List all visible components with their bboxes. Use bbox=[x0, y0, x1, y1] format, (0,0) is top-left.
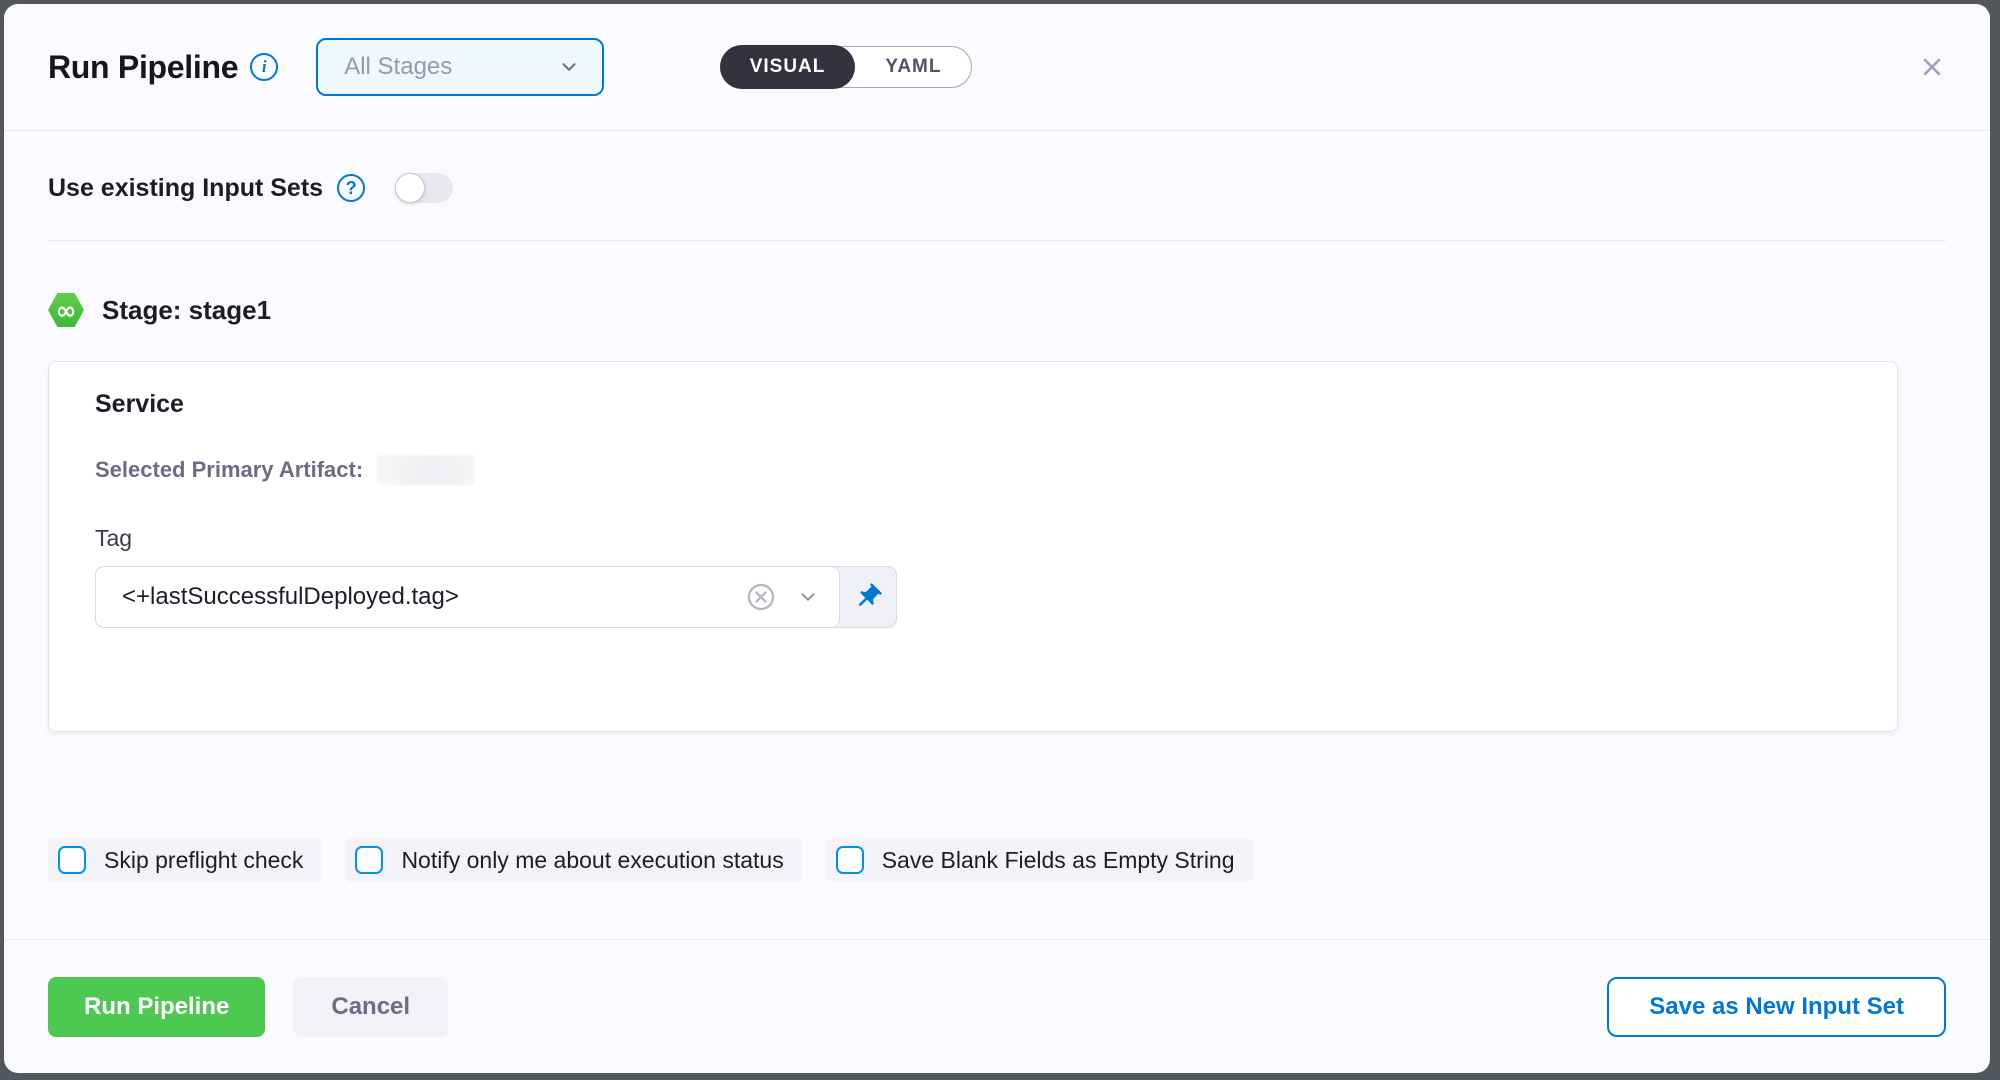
checkbox-skip-preflight[interactable] bbox=[58, 846, 86, 874]
visual-yaml-toggle: VISUAL YAML bbox=[720, 46, 972, 88]
option-save-blank-fields[interactable]: Save Blank Fields as Empty String bbox=[826, 838, 1253, 882]
tag-input-wrap bbox=[95, 566, 840, 628]
option-notify-only-me[interactable]: Notify only me about execution status bbox=[345, 838, 801, 882]
option-skip-preflight[interactable]: Skip preflight check bbox=[48, 838, 321, 882]
chevron-down-icon bbox=[558, 56, 580, 78]
pin-button[interactable] bbox=[840, 567, 896, 627]
use-existing-input-sets-label: Use existing Input Sets bbox=[48, 174, 323, 203]
cancel-button[interactable]: Cancel bbox=[293, 977, 448, 1037]
selected-primary-artifact-label: Selected Primary Artifact: bbox=[95, 457, 363, 483]
info-icon[interactable]: i bbox=[250, 53, 278, 81]
section-divider bbox=[48, 240, 1946, 241]
artifact-value-redacted bbox=[377, 455, 475, 485]
tag-input[interactable] bbox=[122, 583, 745, 611]
tab-yaml[interactable]: YAML bbox=[855, 47, 971, 87]
stage-row: ∞ Stage: stage1 bbox=[48, 293, 1946, 327]
toggle-knob bbox=[395, 173, 425, 203]
pin-icon bbox=[847, 576, 889, 618]
help-icon[interactable]: ? bbox=[337, 174, 365, 202]
tag-chevron-down-icon[interactable] bbox=[797, 586, 819, 608]
input-sets-toggle[interactable] bbox=[395, 173, 453, 203]
page-title: Run Pipeline bbox=[48, 49, 238, 86]
modal-footer: Run Pipeline Cancel Save as New Input Se… bbox=[4, 939, 1990, 1073]
modal-header: Run Pipeline i All Stages VISUAL YAML bbox=[4, 4, 1990, 131]
close-icon bbox=[1920, 55, 1944, 79]
service-card: Service Selected Primary Artifact: Tag bbox=[48, 361, 1898, 732]
checkbox-save-blank-fields[interactable] bbox=[836, 846, 864, 874]
service-card-title: Service bbox=[95, 390, 1851, 419]
option-label: Notify only me about execution status bbox=[401, 847, 783, 874]
stage-select-dropdown[interactable]: All Stages bbox=[316, 38, 604, 96]
run-pipeline-button[interactable]: Run Pipeline bbox=[48, 977, 265, 1037]
tag-field-group bbox=[95, 566, 897, 628]
run-pipeline-modal: Run Pipeline i All Stages VISUAL YAML Us… bbox=[4, 4, 1990, 1073]
stage-select-value: All Stages bbox=[344, 53, 558, 81]
option-label: Skip preflight check bbox=[104, 847, 303, 874]
close-button[interactable] bbox=[1918, 53, 1946, 81]
modal-body: Use existing Input Sets ? ∞ Stage: stage… bbox=[4, 131, 1990, 939]
tab-visual[interactable]: VISUAL bbox=[720, 45, 856, 89]
selected-primary-artifact-row: Selected Primary Artifact: bbox=[95, 455, 1851, 485]
stage-label: Stage: stage1 bbox=[102, 295, 271, 326]
run-options-row: Skip preflight check Notify only me abou… bbox=[48, 838, 1946, 882]
option-label: Save Blank Fields as Empty String bbox=[882, 847, 1235, 874]
save-as-new-input-set-button[interactable]: Save as New Input Set bbox=[1607, 977, 1946, 1037]
clear-icon[interactable] bbox=[745, 581, 777, 613]
tag-label: Tag bbox=[95, 525, 1851, 552]
stage-hexagon-icon: ∞ bbox=[48, 293, 84, 327]
checkbox-notify-only-me[interactable] bbox=[355, 846, 383, 874]
use-existing-input-sets-row: Use existing Input Sets ? bbox=[48, 173, 1946, 203]
